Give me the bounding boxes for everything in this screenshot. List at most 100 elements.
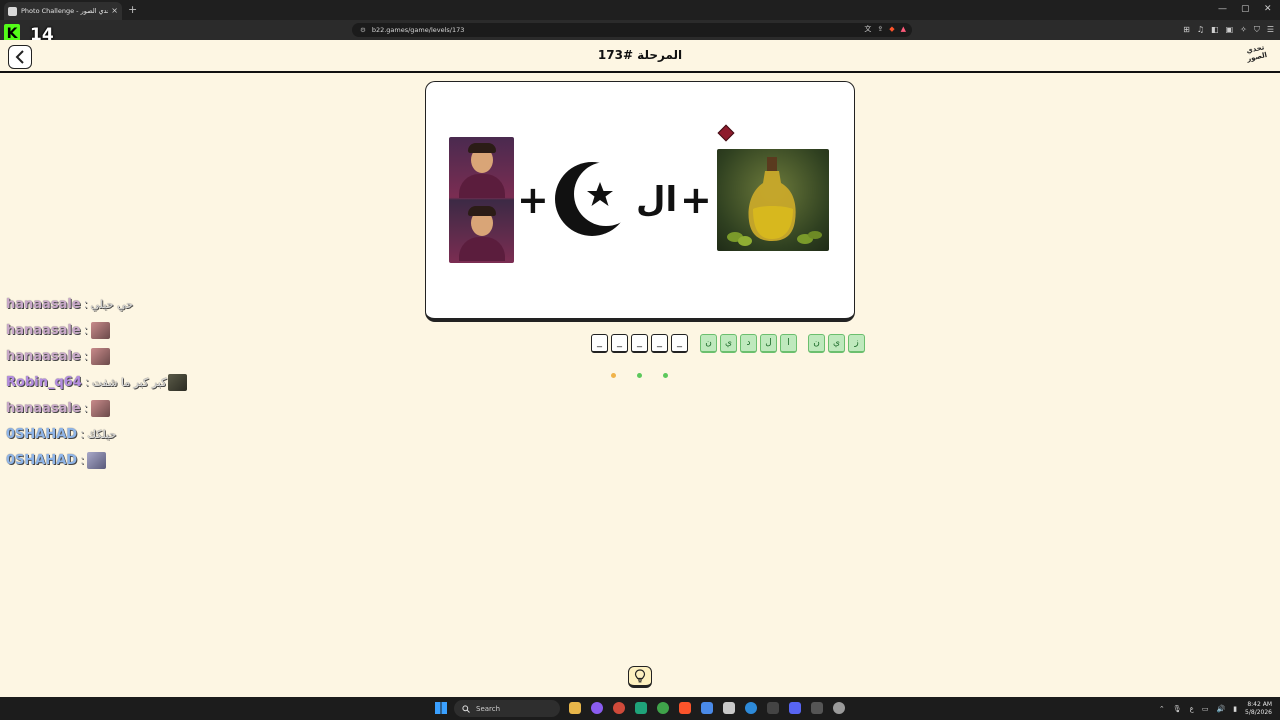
microphone-icon[interactable]: 🎙 bbox=[1173, 705, 1182, 713]
answer-slot[interactable]: _ bbox=[631, 334, 648, 353]
browser-tab[interactable]: Photo Challenge - تحدي الصور × bbox=[4, 2, 122, 20]
answer-slots: _ _ _ _ _ bbox=[591, 334, 688, 353]
progress-dots bbox=[611, 373, 671, 379]
battery-icon[interactable]: ▮ bbox=[1233, 705, 1237, 713]
person-body bbox=[459, 174, 505, 198]
tab-close-icon[interactable]: × bbox=[111, 7, 118, 15]
emote-icon bbox=[87, 451, 107, 469]
letter-tile[interactable]: ي bbox=[828, 334, 845, 353]
lightbulb-icon bbox=[634, 669, 646, 683]
chat-separator: : bbox=[80, 427, 85, 441]
volume-icon[interactable]: 🔊 bbox=[1216, 705, 1225, 713]
chat-separator: : bbox=[83, 401, 88, 415]
terminal-icon[interactable] bbox=[767, 702, 779, 714]
answer-slot[interactable]: _ bbox=[611, 334, 628, 353]
plus-sign: + bbox=[517, 178, 549, 222]
site-info-icon[interactable]: ⚙ bbox=[360, 26, 366, 34]
letter-tile[interactable]: ز bbox=[848, 334, 865, 353]
level-title: المرحلة #173 bbox=[597, 48, 683, 62]
chat-username: hanaasale bbox=[6, 348, 81, 364]
windows-start-icon[interactable] bbox=[435, 702, 447, 714]
search-icon bbox=[462, 704, 470, 713]
progress-dot bbox=[611, 373, 616, 378]
taskbar-search[interactable]: Search bbox=[454, 700, 560, 717]
search-label: Search bbox=[476, 704, 501, 713]
browser-app-icon[interactable] bbox=[613, 702, 625, 714]
letter-tile[interactable]: ل bbox=[760, 334, 777, 353]
emote-icon bbox=[90, 321, 110, 339]
browser-toolbar: ⚙ b22.games/game/levels/173 文 ⇪ ◆ ▲ ⊞ ♫ … bbox=[0, 20, 1280, 40]
chat-username: hanaasale bbox=[6, 322, 81, 338]
new-tab-button[interactable]: + bbox=[128, 3, 137, 17]
file-explorer-icon[interactable] bbox=[569, 702, 581, 714]
chat-text: حي حيلي bbox=[90, 297, 134, 311]
extensions-icon[interactable]: ⊞ bbox=[1183, 24, 1190, 36]
brave-shields-icon[interactable]: ◆ bbox=[889, 25, 894, 33]
app-icon[interactable] bbox=[591, 702, 603, 714]
chat-message: hanaasale : bbox=[6, 317, 266, 343]
vpn-icon[interactable]: ⛉ bbox=[1254, 24, 1260, 36]
streamer-photo bbox=[449, 137, 514, 263]
minimize-button[interactable]: — bbox=[1218, 2, 1227, 16]
tab-favicon-icon bbox=[8, 6, 17, 16]
chevron-up-icon[interactable]: ⌃ bbox=[1159, 705, 1165, 713]
address-bar[interactable]: ⚙ b22.games/game/levels/173 文 ⇪ ◆ ▲ bbox=[352, 23, 912, 37]
leo-icon[interactable]: ✧ bbox=[1240, 24, 1247, 36]
person-hair bbox=[468, 143, 496, 153]
answer-slot[interactable]: _ bbox=[591, 334, 608, 353]
letter-tile[interactable]: ا bbox=[780, 334, 797, 353]
discord-icon[interactable] bbox=[789, 702, 801, 714]
app-icon[interactable] bbox=[635, 702, 647, 714]
game-logo: تحدي الصور bbox=[1245, 43, 1268, 64]
crescent-star-icon bbox=[555, 162, 628, 236]
xbox-icon[interactable] bbox=[657, 702, 669, 714]
wallet-icon[interactable]: ▣ bbox=[1226, 24, 1234, 36]
al-prefix-text: ال bbox=[636, 180, 678, 220]
chat-message: hanaasale : حي حيلي bbox=[6, 291, 266, 317]
sidebar-icon[interactable]: ◧ bbox=[1211, 24, 1219, 36]
chat-separator: : bbox=[83, 349, 88, 363]
language-icon[interactable]: ع bbox=[1190, 705, 1194, 713]
chat-message: 0SHAHAD : حيلكك bbox=[6, 421, 266, 447]
security-icon[interactable] bbox=[701, 702, 713, 714]
person-body bbox=[459, 237, 505, 261]
chat-separator: : bbox=[84, 375, 89, 389]
edge-icon[interactable] bbox=[745, 702, 757, 714]
close-window-button[interactable]: ✕ bbox=[1264, 2, 1272, 16]
chat-text: حيلكك bbox=[87, 427, 117, 441]
menu-icon[interactable]: ☰ bbox=[1267, 24, 1274, 36]
progress-dot bbox=[637, 373, 642, 378]
chat-message: 0SHAHAD : bbox=[6, 447, 266, 473]
letter-tile[interactable]: ي bbox=[720, 334, 737, 353]
maximize-button[interactable]: ▢ bbox=[1241, 2, 1250, 16]
app-icon[interactable] bbox=[811, 702, 823, 714]
translate-icon[interactable]: 文 bbox=[864, 24, 871, 34]
brave-rewards-icon[interactable]: ▲ bbox=[901, 25, 906, 33]
chat-text: كبر كبر ما شفت bbox=[91, 375, 167, 389]
tab-title: Photo Challenge - تحدي الصور bbox=[21, 7, 108, 15]
media-icon[interactable]: ♫ bbox=[1197, 24, 1204, 36]
letter-tile[interactable]: ن bbox=[700, 334, 717, 353]
chat-separator: : bbox=[83, 297, 88, 311]
chat-separator: : bbox=[83, 323, 88, 337]
answer-slot[interactable]: _ bbox=[671, 334, 688, 353]
settings-icon[interactable] bbox=[833, 702, 845, 714]
emote-icon bbox=[90, 347, 110, 365]
chat-overlay: hanaasale : حي حيلي hanaasale : hanaasal… bbox=[6, 291, 266, 473]
chat-separator: : bbox=[80, 453, 85, 467]
page-header: المرحلة #173 تحدي الصور bbox=[0, 40, 1280, 73]
emote-icon bbox=[168, 373, 188, 391]
letter-tile[interactable]: ن bbox=[808, 334, 825, 353]
hint-button[interactable] bbox=[628, 666, 652, 688]
plus-sign: + bbox=[680, 178, 712, 222]
ruby-gem-icon bbox=[717, 124, 735, 142]
browser-tab-bar: Photo Challenge - تحدي الصور × + — ▢ ✕ bbox=[0, 0, 1280, 20]
answer-slot[interactable]: _ bbox=[651, 334, 668, 353]
network-icon[interactable]: ▭ bbox=[1202, 705, 1209, 713]
chat-message: hanaasale : bbox=[6, 395, 266, 421]
letter-tile[interactable]: د bbox=[740, 334, 757, 353]
share-icon[interactable]: ⇪ bbox=[877, 25, 883, 33]
brave-browser-icon[interactable] bbox=[679, 702, 691, 714]
tools-icon[interactable] bbox=[723, 702, 735, 714]
clock[interactable]: 8:42 AM 5/8/2026 bbox=[1245, 701, 1272, 717]
